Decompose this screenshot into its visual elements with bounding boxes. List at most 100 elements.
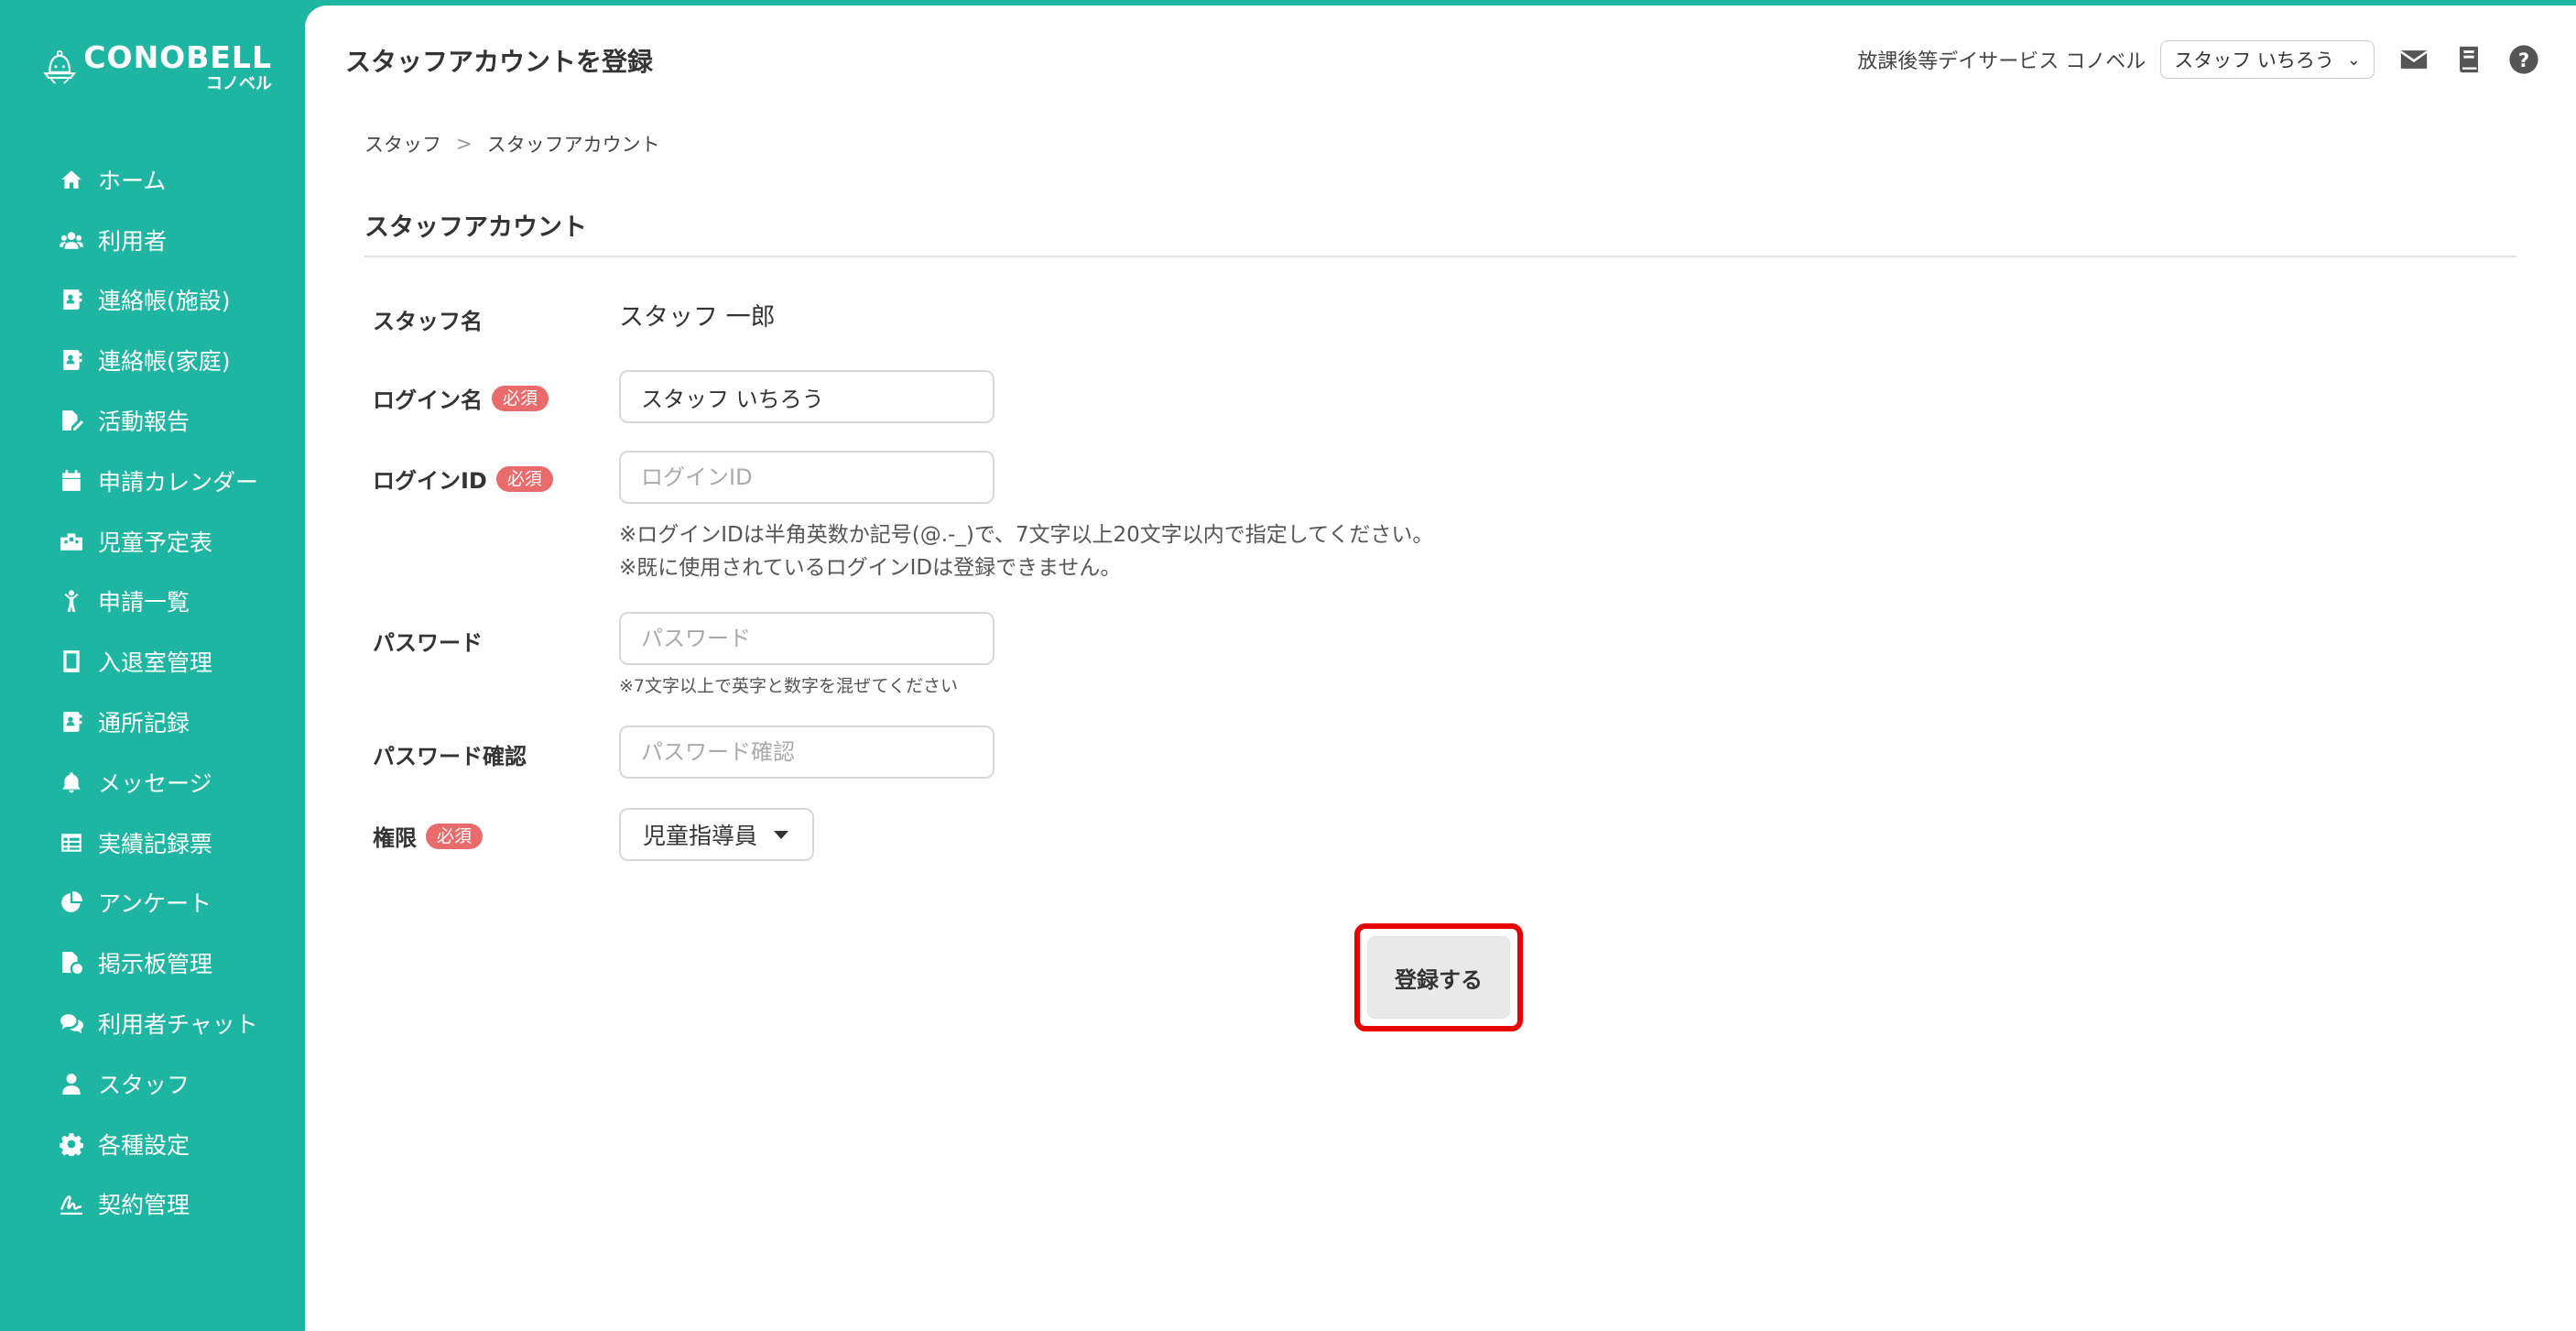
- calendar-icon: [58, 467, 85, 495]
- sidebar-item-label: 活動報告: [98, 409, 190, 436]
- signature-icon: [58, 1190, 85, 1217]
- sidebar-item-label: 利用者チャット: [98, 1011, 258, 1039]
- user-selector[interactable]: スタッフ いちろう ⌄: [2160, 40, 2375, 79]
- sidebar-item-request-list[interactable]: 申請一覧: [3, 572, 305, 632]
- login-id-label-text: ログインID: [373, 468, 487, 494]
- chevron-down-icon: ⌄: [2346, 49, 2361, 70]
- sidebar-item-performance-record[interactable]: 実績記録票: [3, 813, 305, 873]
- sidebar-item-label: 通所記録: [98, 710, 190, 737]
- tablet-icon: [58, 648, 85, 675]
- gear-icon: [58, 1130, 85, 1158]
- sidebar-item-users[interactable]: 利用者: [3, 210, 305, 270]
- password-confirm-label-text: パスワード確認: [373, 744, 527, 769]
- login-id-hint-format: ※ログインIDは半角英数か記号(@.-_)で、7文字以上20文字以内で指定してく…: [619, 523, 1434, 547]
- breadcrumb-item-staff[interactable]: スタッフ: [364, 130, 441, 158]
- sidebar-item-label: スタッフ: [98, 1071, 190, 1098]
- table-icon: [58, 829, 85, 856]
- section-title: スタッフアカウント: [364, 213, 587, 242]
- sidebar-item-survey[interactable]: アンケート: [3, 873, 305, 933]
- sidebar: CONOBELL コノベル ホーム 利用者 連絡帳(施設) 連絡帳(家庭) 活動…: [3, 3, 305, 1331]
- breadcrumb: スタッフ > スタッフアカウント: [364, 130, 660, 158]
- header-actions: 放課後等デイサービス コノベル スタッフ いちろう ⌄ ?: [1857, 40, 2539, 79]
- login-name-label: ログイン名 必須: [373, 382, 549, 414]
- login-id-hint-duplicate: ※既に使用されているログインIDは登録できません。: [619, 556, 1122, 580]
- sidebar-item-settings[interactable]: 各種設定: [3, 1114, 305, 1174]
- breadcrumb-item-current: スタッフアカウント: [486, 134, 660, 156]
- sidebar-item-label: 申請カレンダー: [98, 468, 259, 496]
- password-confirm-input[interactable]: [619, 726, 995, 779]
- breadcrumb-separator-icon: >: [456, 133, 473, 155]
- sidebar-item-label: メッセージ: [98, 769, 212, 797]
- staff-icon: [58, 1070, 85, 1097]
- mail-icon[interactable]: [2398, 44, 2429, 75]
- report-edit-icon: [58, 407, 85, 434]
- sidebar-item-label: 掲示板管理: [98, 951, 213, 978]
- sidebar-item-visit-record[interactable]: 通所記録: [3, 692, 305, 752]
- chat-icon: [58, 1009, 85, 1037]
- sidebar-item-calendar[interactable]: 申請カレンダー: [3, 451, 305, 511]
- app-window: CONOBELL コノベル ホーム 利用者 連絡帳(施設) 連絡帳(家庭) 活動…: [0, 0, 2576, 1331]
- login-id-input[interactable]: [619, 451, 995, 504]
- child-icon: [58, 587, 85, 615]
- user-name: スタッフ いちろう: [2174, 49, 2334, 71]
- board-icon: [58, 949, 85, 976]
- password-confirm-label: パスワード確認: [373, 738, 527, 770]
- sidebar-item-label: ホーム: [98, 167, 167, 194]
- sidebar-item-label: 利用者: [98, 227, 168, 255]
- section-divider: [364, 256, 2516, 257]
- sidebar-item-label: 入退室管理: [98, 649, 213, 677]
- sidebar-item-message[interactable]: メッセージ: [3, 752, 305, 813]
- sidebar-item-staff[interactable]: スタッフ: [3, 1053, 305, 1114]
- staff-name-label: スタッフ名: [373, 303, 483, 335]
- home-icon: [58, 166, 85, 193]
- sidebar-item-board[interactable]: 掲示板管理: [3, 933, 305, 993]
- sidebar-item-attendance[interactable]: 入退室管理: [3, 631, 305, 692]
- brand-logo[interactable]: CONOBELL コノベル: [43, 36, 272, 100]
- sidebar-item-activity-report[interactable]: 活動報告: [3, 390, 305, 451]
- sidebar-item-label: 連絡帳(施設): [98, 288, 231, 315]
- sidebar-item-label: 各種設定: [98, 1131, 190, 1159]
- brand-sub: コノベル: [206, 74, 272, 93]
- sidebar-item-label: 連絡帳(家庭): [98, 348, 231, 376]
- sidebar-item-contact-facility[interactable]: 連絡帳(施設): [3, 270, 305, 331]
- password-hint: ※7文字以上で英字と数字を混ぜてください: [619, 676, 959, 696]
- sidebar-item-contract[interactable]: 契約管理: [3, 1174, 305, 1235]
- pie-chart-icon: [58, 889, 85, 916]
- sidebar-item-home[interactable]: ホーム: [3, 149, 305, 210]
- page-title: スタッフアカウントを登録: [345, 47, 654, 77]
- manual-book-icon[interactable]: [2453, 44, 2484, 75]
- contact-book-icon: [58, 346, 85, 374]
- password-input[interactable]: [619, 612, 995, 665]
- password-label: パスワード: [373, 625, 483, 657]
- staff-name-label-text: スタッフ名: [373, 309, 483, 334]
- brand-name: CONOBELL: [83, 39, 272, 75]
- main-panel: スタッフアカウントを登録 放課後等デイサービス コノベル スタッフ いちろう ⌄…: [305, 5, 2576, 1331]
- login-name-label-text: ログイン名: [373, 387, 483, 413]
- svg-text:?: ?: [2518, 49, 2529, 72]
- sidebar-item-user-chat[interactable]: 利用者チャット: [3, 993, 305, 1053]
- role-label-text: 権限: [373, 825, 417, 851]
- sidebar-item-label: 実績記録票: [98, 830, 213, 857]
- contact-book-icon: [58, 286, 85, 313]
- required-badge: 必須: [495, 465, 553, 492]
- sidebar-nav: ホーム 利用者 連絡帳(施設) 連絡帳(家庭) 活動報告 申請カレンダー 児童予…: [3, 149, 305, 1234]
- facility-name: 放課後等デイサービス コノベル: [1857, 50, 2147, 73]
- required-badge: 必須: [426, 823, 484, 849]
- caret-down-icon: [774, 830, 789, 839]
- login-name-input[interactable]: [619, 370, 995, 423]
- role-select-value: 児童指導員: [643, 823, 758, 849]
- password-label-text: パスワード: [373, 630, 483, 656]
- role-label: 権限 必須: [373, 820, 484, 852]
- role-select[interactable]: 児童指導員: [619, 808, 814, 861]
- staff-name-value: スタッフ 一郎: [619, 303, 776, 332]
- register-button[interactable]: 登録する: [1367, 936, 1510, 1019]
- login-id-label: ログインID 必須: [373, 463, 553, 495]
- help-icon[interactable]: ?: [2508, 44, 2539, 75]
- sidebar-item-label: アンケート: [98, 890, 212, 918]
- record-icon: [58, 708, 85, 736]
- submit-highlight: 登録する: [1354, 923, 1523, 1031]
- users-icon: [58, 226, 85, 254]
- sidebar-item-label: 申請一覧: [98, 589, 190, 616]
- sidebar-item-child-schedule[interactable]: 児童予定表: [3, 511, 305, 572]
- sidebar-item-contact-home[interactable]: 連絡帳(家庭): [3, 330, 305, 390]
